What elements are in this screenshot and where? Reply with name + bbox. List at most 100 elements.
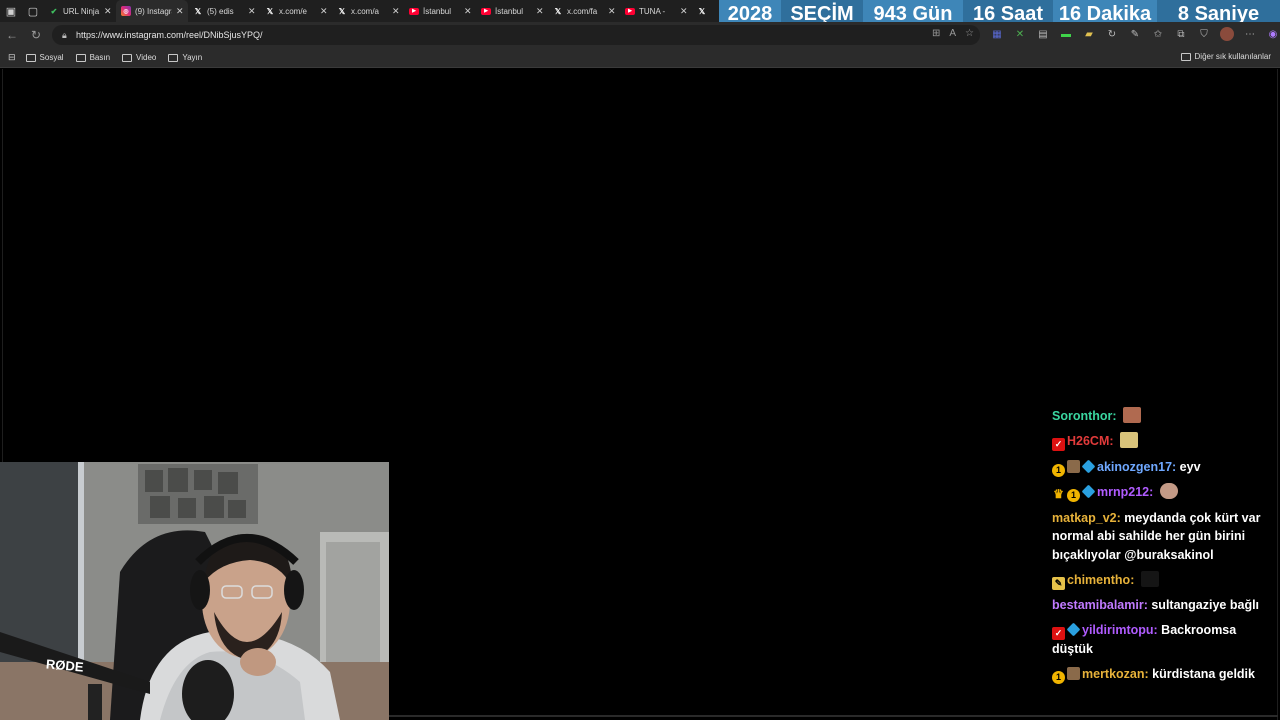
bookmark-folder[interactable]: Yayın xyxy=(168,53,202,62)
chat-username[interactable]: mrnp212 xyxy=(1097,485,1149,499)
man-emote-icon xyxy=(1159,483,1178,499)
bookmark-folder[interactable]: Sosyal xyxy=(25,53,64,62)
extension-battery-icon[interactable]: ▬ xyxy=(1059,27,1073,41)
webcam-overlay: RØDE xyxy=(0,462,389,720)
extensions-icon[interactable]: ✎ xyxy=(1128,27,1142,41)
favorites-icon[interactable]: ✩ xyxy=(1151,27,1165,41)
read-aloud-icon[interactable]: A xyxy=(949,28,956,39)
chat-username[interactable]: H26CM xyxy=(1067,434,1109,448)
profile-avatar-icon[interactable] xyxy=(1220,27,1234,41)
tab-item[interactable]: ▶ İstanbul ✕ xyxy=(476,0,548,22)
favorite-star-icon[interactable]: ☆ xyxy=(965,28,974,39)
chat-separator: : xyxy=(1109,434,1118,448)
chat-message: ✎ chimentho: xyxy=(1052,570,1276,590)
tab-title: x.com/a xyxy=(351,6,380,16)
extension-refresh-icon[interactable]: ↻ xyxy=(1105,27,1119,41)
chat-message: Soronthor: xyxy=(1052,407,1276,426)
tab-item[interactable]: 𝕏x.com/fa ✕ xyxy=(548,0,620,22)
tab-close-icon[interactable]: ✕ xyxy=(248,6,256,17)
pencil-badge-icon: ✎ xyxy=(1052,576,1065,590)
tab-close-icon[interactable]: ✕ xyxy=(680,6,688,17)
chat-username[interactable]: akinozgen17 xyxy=(1097,460,1172,474)
extension-folder-icon[interactable]: ▰ xyxy=(1082,27,1096,41)
chat-username[interactable]: Soronthor xyxy=(1052,409,1112,423)
tab-close-icon[interactable]: ✕ xyxy=(464,6,472,17)
app-available-icon[interactable]: ⊞ xyxy=(932,28,940,39)
crown-badge-icon: ♛ xyxy=(1053,487,1064,501)
page-bottom-divider xyxy=(389,715,1278,717)
gold-badge-icon: 1 xyxy=(1067,489,1080,502)
folder-icon xyxy=(168,53,179,62)
bookmark-folder[interactable]: Video xyxy=(122,53,156,62)
chat-separator: : xyxy=(1149,485,1157,499)
tab-item[interactable]: 𝕏x.com/e ✕ xyxy=(260,0,332,22)
url-text: https://www.instagram.com/reel/DNibSjusY… xyxy=(76,30,263,40)
chat-overlay: Soronthor: ✓ H26CM: 1 akinozgen17: eyv ♛ 1 mr… xyxy=(1052,407,1276,691)
chat-username[interactable]: yildirimtopu xyxy=(1082,623,1154,637)
tab-title: x.com/e xyxy=(279,6,308,16)
extensions-toolbar: ▦ ✕ ▤ ▬ ▰ ↻ ✎ ✩ ⧉ ⛉ ⋯ ◉ xyxy=(990,27,1280,41)
tab-close-icon[interactable]: ✕ xyxy=(320,6,328,17)
chat-message: ♛ 1 mrnp212: xyxy=(1052,483,1276,502)
bookmark-label: Sosyal xyxy=(39,53,64,62)
lock-icon: 🔒︎ xyxy=(62,29,67,40)
red-badge-icon: ✓ xyxy=(1052,438,1065,451)
chat-message: ✓ H26CM: xyxy=(1052,432,1276,451)
youtube-icon: ▶ xyxy=(625,7,635,15)
chat-text: kürdistana geldik xyxy=(1152,667,1255,681)
more-menu-icon[interactable]: ⋯ xyxy=(1243,27,1257,41)
bookmark-list: Sosyal Basın Video Yayın xyxy=(25,53,215,62)
browser-essentials-icon[interactable]: ⛉ xyxy=(1197,27,1211,41)
tab-item[interactable]: ◎ (9) Instagram ✕ xyxy=(116,0,188,22)
back-icon[interactable]: ← xyxy=(0,23,24,47)
extension-window-icon[interactable]: ▤ xyxy=(1036,27,1050,41)
face-emote-icon xyxy=(1123,407,1142,423)
extension-grid-icon[interactable]: ▦ xyxy=(990,27,1004,41)
blue-badge-icon xyxy=(1081,459,1096,473)
webcam-scene xyxy=(0,462,389,720)
tab-title: İstanbul xyxy=(423,6,452,16)
youtube-icon: ▶ xyxy=(409,7,419,15)
tab-item[interactable]: ▶ İstanbul ✕ xyxy=(404,0,476,22)
tab-title: x.com/fa xyxy=(567,6,598,16)
other-bookmarks-label: Diğer sık kullanılanlar xyxy=(1194,52,1271,61)
tab-close-icon[interactable]: ✕ xyxy=(392,6,400,17)
extension-cross-icon[interactable]: ✕ xyxy=(1013,27,1027,41)
bookmark-label: Video xyxy=(136,53,157,62)
tab-item[interactable]: 𝕏x.com/a ✕ xyxy=(332,0,404,22)
bookmark-label: Basın xyxy=(89,53,111,62)
chat-message: matkap_v2: meydanda çok kürt var normal … xyxy=(1052,509,1276,565)
chat-username[interactable]: chimentho xyxy=(1067,573,1130,587)
bookmark-label: Yayın xyxy=(182,53,203,62)
gold-badge-icon: 1 xyxy=(1052,463,1065,477)
tab-close-icon[interactable]: ✕ xyxy=(104,6,112,17)
tab-item[interactable]: ▶ TUNA - ✕ xyxy=(620,0,692,22)
screen: ▣ ▢ ✔ URL Ninja ✕ ◎ (9) Instagram ✕ 𝕏 (5) edis ✕… xyxy=(0,0,1280,720)
youtube-icon: ▶ xyxy=(481,7,491,15)
chat-username[interactable]: mertkozan xyxy=(1082,667,1145,681)
folder-icon xyxy=(122,53,133,62)
workspaces-icon[interactable]: ▣ xyxy=(0,0,22,22)
tab-close-icon[interactable]: ✕ xyxy=(536,6,544,17)
tab-item[interactable]: ✔ URL Ninja ✕ xyxy=(44,0,116,22)
collections-icon[interactable]: ⧉ xyxy=(1174,27,1188,41)
bookmarks-bar: ⊟ Sosyal Basın Video Yayın Diğer sık kullan… xyxy=(0,48,1280,68)
chat-message: 1 mertkozan: kürdistana geldik xyxy=(1052,665,1276,684)
chat-text: sultangaziye bağlı xyxy=(1151,598,1260,612)
refresh-icon[interactable]: ↻ xyxy=(24,23,48,47)
x-icon: 𝕏 xyxy=(194,6,202,16)
chat-username[interactable]: matkap_v2 xyxy=(1052,511,1117,525)
dark-emote-icon xyxy=(1140,570,1159,587)
tab-actions-icon[interactable]: ▢ xyxy=(22,0,44,22)
tab-close-icon[interactable]: ✕ xyxy=(608,6,616,17)
address-bar[interactable]: 🔒︎ https://www.instagram.com/reel/DNibSj… xyxy=(52,25,980,45)
chat-username[interactable]: bestamibalamir xyxy=(1052,598,1144,612)
tab-item[interactable]: 𝕏 (5) edis ✕ xyxy=(188,0,260,22)
sidebar-toggle-icon[interactable]: ⊟ xyxy=(8,52,16,63)
tab-close-icon[interactable]: ✕ xyxy=(176,6,184,17)
folder-icon xyxy=(25,53,36,62)
copilot-icon[interactable]: ◉ xyxy=(1266,27,1280,41)
tab-title: İstanbul xyxy=(495,6,524,16)
bookmark-folder[interactable]: Basın xyxy=(75,53,111,62)
other-bookmarks[interactable]: Diğer sık kullanılanlar xyxy=(1180,52,1271,61)
